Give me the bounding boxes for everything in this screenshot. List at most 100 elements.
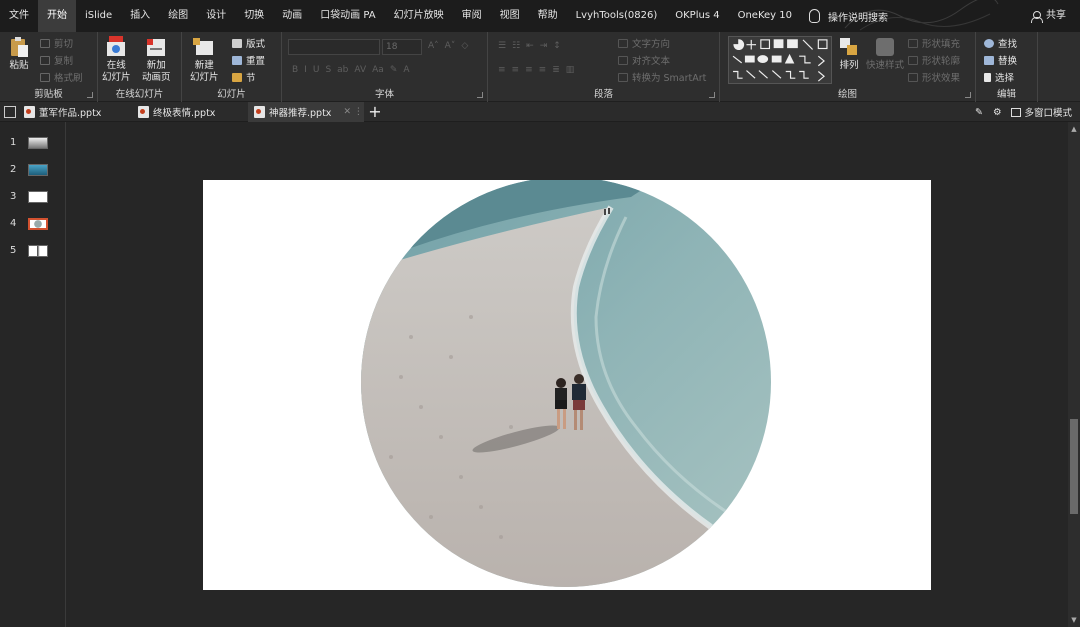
font-color-icon[interactable]: A — [403, 65, 409, 75]
paste-button[interactable]: 粘贴 — [8, 36, 30, 72]
scroll-up-arrow-icon[interactable]: ▲ — [1070, 125, 1078, 133]
columns-icon[interactable]: ▥ — [566, 65, 575, 75]
justify-icon[interactable]: ≡ — [539, 65, 547, 75]
align-right-icon[interactable]: ≡ — [525, 65, 533, 75]
reset-button[interactable]: 重置 — [232, 53, 265, 67]
align-text-button[interactable]: 对齐文本 — [618, 53, 670, 67]
multi-window-button[interactable]: 多窗口模式 — [1011, 105, 1072, 119]
close-tab-icon[interactable]: ✕ ⋮ — [343, 107, 362, 117]
underline-icon[interactable]: U — [313, 65, 320, 75]
align-left-icon[interactable]: ≡ — [498, 65, 506, 75]
increase-indent-icon[interactable]: ⇥ — [540, 41, 548, 51]
menu-file[interactable]: 文件 — [0, 0, 38, 32]
new-tab-button[interactable]: + — [366, 102, 384, 122]
menu-home[interactable]: 开始 — [38, 0, 76, 32]
vertical-scrollbar[interactable]: ▲ ▼ — [1068, 122, 1080, 627]
current-slide[interactable] — [203, 180, 931, 590]
shape-fill-button[interactable]: 形状填充 — [908, 36, 960, 50]
shape-effects-button[interactable]: 形状效果 — [908, 70, 960, 84]
thumbnail-image — [28, 245, 48, 257]
circular-beach-photo[interactable] — [361, 180, 771, 587]
new-slide-button[interactable]: 新建 幻灯片 — [190, 36, 219, 84]
find-button[interactable]: 查找 — [984, 36, 1017, 50]
doc-tab-1[interactable]: 董军作品.pptx — [18, 102, 132, 122]
align-center-icon[interactable]: ≡ — [512, 65, 520, 75]
menu-transitions[interactable]: 切换 — [235, 0, 273, 32]
highlight-icon[interactable]: ✎ — [390, 65, 398, 75]
drawing-dialog-launcher[interactable] — [965, 92, 971, 98]
font-family-select[interactable] — [288, 39, 380, 55]
numbering-icon[interactable]: ☷ — [512, 41, 520, 51]
share-button[interactable]: 共享 — [1031, 0, 1066, 32]
scroll-down-arrow-icon[interactable]: ▼ — [1070, 616, 1078, 624]
new-window-icon[interactable] — [4, 106, 16, 118]
shape-outline-button[interactable]: 形状轮廓 — [908, 53, 960, 67]
list-controls: ☰ ☷ ⇤ ⇥ ↕ — [498, 41, 561, 51]
arrange-button[interactable]: 排列 — [838, 36, 860, 72]
menu-help[interactable]: 帮助 — [529, 0, 567, 32]
shapes-gallery[interactable] — [728, 36, 832, 84]
paragraph-dialog-launcher[interactable] — [709, 92, 715, 98]
select-button[interactable]: 选择 — [984, 70, 1014, 84]
brush-icon — [40, 72, 50, 82]
thumbnail-2[interactable]: 2 — [0, 161, 66, 179]
italic-icon[interactable]: I — [304, 65, 307, 75]
menu-insert[interactable]: 插入 — [121, 0, 159, 32]
doc-tab-3[interactable]: 神器推荐.pptx ✕ ⋮ — [248, 102, 364, 122]
thumbnail-4[interactable]: 4 — [0, 215, 66, 233]
align-controls: ≡ ≡ ≡ ≡ ≣ ▥ — [498, 65, 574, 75]
line-spacing-icon[interactable]: ↕ — [553, 41, 561, 51]
menu-slideshow[interactable]: 幻灯片放映 — [385, 0, 453, 32]
menu-pocket-animation[interactable]: 口袋动画 PA — [311, 0, 384, 32]
font-size-select[interactable]: 18 — [382, 39, 422, 55]
menu-animations[interactable]: 动画 — [273, 0, 311, 32]
font-dialog-launcher[interactable] — [477, 92, 483, 98]
reset-label: 重置 — [246, 56, 266, 67]
fill-bucket-icon — [908, 38, 918, 48]
pptx-file-icon — [254, 106, 265, 118]
distribute-icon[interactable]: ≣ — [552, 65, 560, 75]
copy-button[interactable]: 复制 — [40, 53, 73, 67]
replace-button[interactable]: 替换 — [984, 53, 1017, 67]
format-painter-button[interactable]: 格式刷 — [40, 70, 83, 84]
clipboard-dialog-launcher[interactable] — [87, 92, 93, 98]
tools-icon[interactable]: ✎ — [975, 107, 983, 118]
char-spacing-icon[interactable]: ab — [337, 65, 348, 75]
slide-thumbnail-pane: 1 2 3 4 5 — [0, 122, 66, 627]
cut-button[interactable]: 剪切 — [40, 36, 73, 50]
settings-gear-icon[interactable]: ⚙ — [993, 107, 1002, 118]
convert-smartart-button[interactable]: 转换为 SmartArt — [618, 70, 706, 84]
shape-effects-label: 形状效果 — [922, 73, 961, 84]
menu-view[interactable]: 视图 — [491, 0, 529, 32]
grow-font-icon[interactable]: A˄ — [428, 41, 439, 51]
menu-onekey[interactable]: OneKey 10 — [729, 0, 801, 32]
menu-review[interactable]: 审阅 — [453, 0, 491, 32]
menu-design[interactable]: 设计 — [197, 0, 235, 32]
quick-styles-button[interactable]: 快速样式 — [866, 36, 904, 72]
text-direction-button[interactable]: 文字方向 — [618, 36, 670, 50]
magnifier-icon — [984, 38, 994, 48]
bold-icon[interactable]: B — [292, 65, 298, 75]
char-spacing2-icon[interactable]: AV — [354, 65, 366, 75]
menu-lvyhtools[interactable]: LvyhTools(0826) — [567, 0, 667, 32]
menu-okplus[interactable]: OKPlus 4 — [666, 0, 728, 32]
doc-tab-2[interactable]: 终极表情.pptx — [132, 102, 248, 122]
thumbnail-3[interactable]: 3 — [0, 188, 66, 206]
change-case-icon[interactable]: Aa — [372, 65, 384, 75]
decrease-indent-icon[interactable]: ⇤ — [526, 41, 534, 51]
thumbnail-5[interactable]: 5 — [0, 242, 66, 260]
online-slide-button[interactable]: 在线 幻灯片 — [102, 36, 131, 84]
menu-islide[interactable]: iSlide — [76, 0, 121, 32]
section-icon — [232, 72, 242, 82]
menu-draw[interactable]: 绘图 — [159, 0, 197, 32]
layout-button[interactable]: 版式 — [232, 36, 265, 50]
section-button[interactable]: 节 — [232, 70, 256, 84]
shrink-font-icon[interactable]: A˅ — [445, 41, 456, 51]
new-animation-page-button[interactable]: 新加 动画页 — [142, 36, 171, 84]
strikethrough-icon[interactable]: S — [325, 65, 331, 75]
clear-format-icon[interactable]: ◇ — [461, 41, 468, 51]
scrollbar-thumb[interactable] — [1070, 419, 1078, 514]
bullets-icon[interactable]: ☰ — [498, 41, 506, 51]
thumbnail-image — [28, 164, 48, 176]
thumbnail-1[interactable]: 1 — [0, 134, 66, 152]
